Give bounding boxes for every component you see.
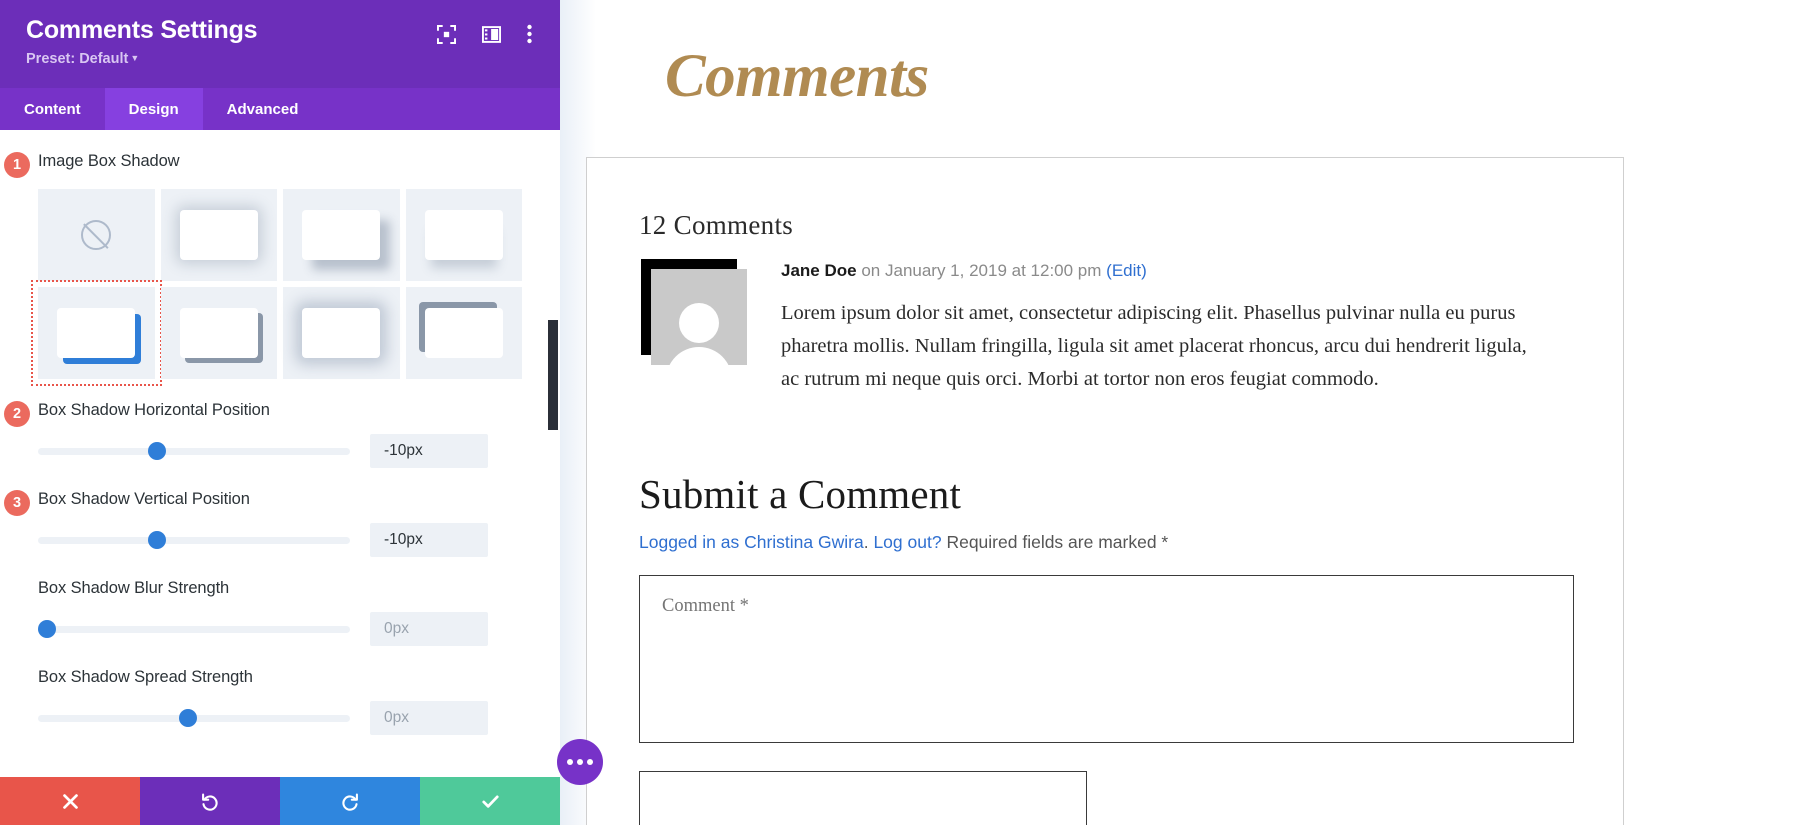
slider-knob-blur-strength[interactable]: [38, 620, 57, 638]
panel-scrollbar[interactable]: [548, 320, 558, 430]
comment-meta-prefix: on: [861, 261, 881, 280]
field-label-vertical-position: Box Shadow Vertical Position: [38, 490, 250, 508]
shadow-preset-none[interactable]: [38, 189, 155, 281]
field-box-shadow-spread-strength: Box Shadow Spread Strength: [0, 668, 560, 687]
logged-in-separator: .: [863, 532, 869, 553]
box-shadow-preset-grid: [31, 189, 522, 386]
slider-row-vertical-position: -10px: [38, 523, 522, 557]
panel-title: Comments Settings: [26, 16, 258, 44]
value-horizontal-position[interactable]: -10px: [370, 434, 488, 468]
value-blur-strength[interactable]: 0px: [370, 612, 488, 646]
redo-icon: [342, 793, 358, 811]
panel-layout-icon[interactable]: [482, 25, 501, 44]
logged-in-user-link[interactable]: Logged in as Christina Gwira: [639, 532, 864, 552]
panel-body: 1 Image Box Shadow 2 Box Shadow Horizont…: [0, 130, 560, 777]
comment-meta: Jane Doe on January 1, 2019 at 12:00 pm …: [781, 259, 1571, 283]
field-box-shadow-horizontal-position: 2 Box Shadow Horizontal Position: [0, 401, 560, 427]
chevron-down-icon: ▼: [130, 52, 140, 63]
field-box-shadow-blur-strength: Box Shadow Blur Strength: [0, 579, 560, 598]
slider-row-blur-strength: 0px: [38, 612, 522, 646]
slider-knob-spread-strength[interactable]: [178, 709, 197, 727]
focus-mode-icon[interactable]: [436, 24, 457, 44]
slider-blur-strength[interactable]: [38, 620, 350, 638]
page-preview: Comments 12 Comments Jane Doe on January…: [560, 0, 1800, 825]
step-badge-3: 3: [4, 490, 30, 516]
field-label-image-box-shadow: Image Box Shadow: [38, 152, 180, 170]
no-shadow-icon: [81, 220, 112, 250]
slider-vertical-position[interactable]: [38, 531, 350, 549]
check-icon: [481, 794, 499, 808]
slider-knob-horizontal-position[interactable]: [147, 442, 166, 460]
field-label-spread-strength: Box Shadow Spread Strength: [38, 668, 253, 686]
required-fields-note: Required fields are marked *: [946, 532, 1169, 553]
fab-dot-1: [567, 759, 573, 765]
panel-tabs: Content Design Advanced: [0, 88, 560, 130]
avatar: [651, 269, 747, 365]
save-button[interactable]: [420, 777, 560, 825]
page-settings-fab[interactable]: [557, 739, 603, 785]
comment-item: Jane Doe on January 1, 2019 at 12:00 pm …: [639, 257, 1571, 396]
step-badge-1: 1: [4, 152, 30, 178]
fab-dot-3: [587, 759, 593, 765]
field-label-horizontal-position: Box Shadow Horizontal Position: [38, 401, 270, 419]
tab-design[interactable]: Design: [104, 88, 203, 130]
slider-spread-strength[interactable]: [38, 709, 350, 727]
comment-edit-link[interactable]: (Edit): [1106, 261, 1147, 280]
slider-row-horizontal-position: -10px: [38, 434, 522, 468]
slider-horizontal-position[interactable]: [38, 442, 350, 460]
slider-row-spread-strength: 0px: [38, 701, 522, 735]
module-settings-panel: Comments Settings Preset: Default ▼ Cont…: [0, 0, 560, 825]
field-image-box-shadow: 1 Image Box Shadow: [0, 152, 560, 178]
tab-advanced[interactable]: Advanced: [203, 88, 323, 130]
comment-author: Jane Doe: [781, 261, 857, 280]
page-title: Comments: [665, 43, 929, 110]
discard-button[interactable]: [0, 777, 140, 825]
preset-selector[interactable]: Preset: Default ▼: [26, 51, 257, 67]
shadow-preset-solid-blue-offset[interactable]: [31, 280, 161, 386]
redo-button[interactable]: [280, 777, 420, 825]
comment-text: Lorem ipsum dolor sit amet, consectetur …: [781, 301, 1527, 391]
logout-link[interactable]: Log out?: [873, 532, 941, 552]
value-vertical-position[interactable]: -10px: [370, 523, 488, 557]
shadow-preset-solid-gray-top-left[interactable]: [405, 287, 522, 379]
undo-icon: [202, 793, 218, 811]
panel-footer: [0, 777, 560, 825]
shadow-preset-solid-gray-offset[interactable]: [160, 287, 277, 379]
shadow-preset-inset-glow[interactable]: [283, 287, 400, 379]
undo-button[interactable]: [140, 777, 280, 825]
fab-dot-2: [577, 759, 583, 765]
comment-input[interactable]: [639, 575, 1574, 744]
more-options-icon[interactable]: [527, 24, 532, 44]
tab-content[interactable]: Content: [0, 88, 105, 130]
step-badge-2: 2: [4, 401, 30, 427]
shadow-preset-offset-bottom-right[interactable]: [283, 189, 400, 281]
comment-date: January 1, 2019 at 12:00 pm: [884, 261, 1102, 280]
name-input[interactable]: [639, 771, 1087, 825]
panel-header: Comments Settings Preset: Default ▼: [0, 0, 560, 88]
slider-knob-vertical-position[interactable]: [147, 531, 166, 549]
value-spread-strength[interactable]: 0px: [370, 701, 488, 735]
shadow-preset-bottom-drop[interactable]: [405, 189, 522, 281]
close-icon: [62, 793, 78, 809]
shadow-preset-soft-glow[interactable]: [160, 189, 277, 281]
field-box-shadow-vertical-position: 3 Box Shadow Vertical Position: [0, 490, 560, 516]
comment-count: 12 Comments: [639, 210, 794, 240]
comments-card: 12 Comments Jane Doe on January 1, 2019 …: [586, 157, 1624, 825]
logged-in-notice: Logged in as Christina Gwira. Log out? R…: [639, 532, 1571, 553]
preset-label: Preset: Default: [26, 50, 129, 67]
submit-comment-heading: Submit a Comment: [639, 471, 962, 518]
field-label-blur-strength: Box Shadow Blur Strength: [38, 579, 230, 597]
